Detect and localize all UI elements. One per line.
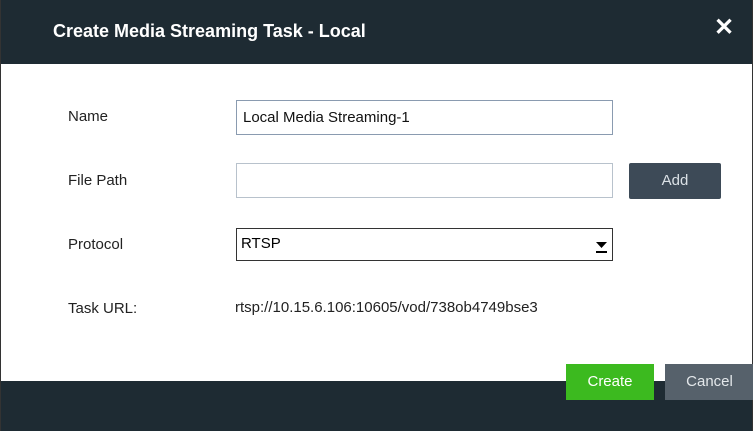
name-label: Name: [68, 108, 109, 125]
add-button[interactable]: Add: [629, 163, 721, 199]
chevron-down-icon[interactable]: [592, 230, 611, 259]
dialog-title: Create Media Streaming Task - Local: [53, 21, 366, 41]
protocol-selected-value: RTSP: [241, 235, 281, 252]
create-button[interactable]: Create: [566, 364, 654, 400]
protocol-label: Protocol: [68, 236, 124, 253]
file-path-input[interactable]: [236, 163, 613, 198]
task-url-value: rtsp://10.15.6.106:10605/vod/738ob4749bs…: [235, 299, 538, 316]
dialog-titlebar: Create Media Streaming Task - Local ✕: [1, 0, 752, 64]
task-url-label: Task URL:: [68, 300, 138, 317]
protocol-select[interactable]: RTSP: [236, 228, 613, 261]
file-path-label: File Path: [68, 172, 128, 189]
create-media-streaming-dialog: Create Media Streaming Task - Local ✕ Na…: [0, 0, 753, 431]
cancel-button[interactable]: Cancel: [665, 364, 753, 400]
name-input[interactable]: [236, 100, 613, 135]
close-icon[interactable]: ✕: [712, 16, 736, 40]
